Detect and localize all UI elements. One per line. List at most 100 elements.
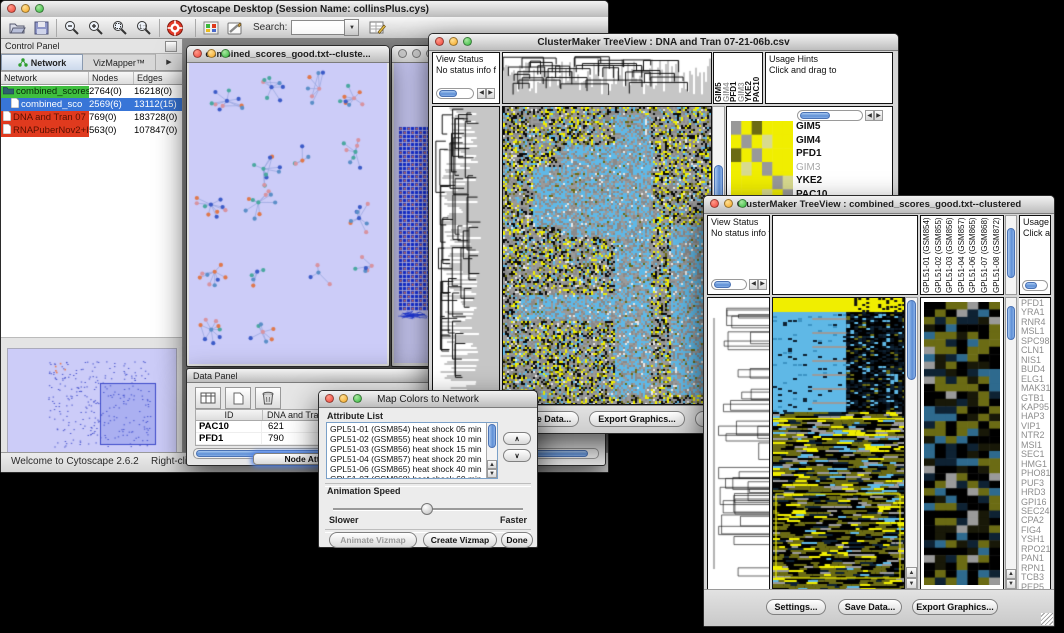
minimize-button[interactable] — [21, 4, 30, 13]
column-tree-panel[interactable] — [772, 215, 918, 295]
column-label[interactable]: GPL51-08 (GSM872) — [992, 217, 1001, 293]
network-row[interactable]: combined_scores 2764(0) 16218(0) — [1, 85, 182, 98]
export-graphics-button[interactable]: Export Graphics... — [912, 599, 998, 615]
open-file-icon[interactable] — [5, 18, 29, 38]
col-header-id[interactable]: ID — [196, 410, 263, 420]
scroll-up-arrow[interactable]: ▲ — [906, 567, 917, 578]
listbox-vscrollbar[interactable]: ▲ ▼ — [486, 423, 497, 478]
close-button[interactable] — [435, 37, 444, 46]
window-controls[interactable] — [7, 4, 44, 13]
vscroll-thumb[interactable] — [1007, 306, 1015, 340]
minimize-button[interactable] — [724, 199, 733, 208]
save-icon[interactable] — [29, 18, 53, 38]
gene-list-vscrollbar[interactable]: ▲ ▼ — [1005, 297, 1017, 590]
move-down-button[interactable]: ∨ — [503, 449, 531, 462]
attribute-item[interactable]: GPL51-03 (GSM856) heat shock 15 min — [330, 444, 497, 454]
search-dropdown-button[interactable]: ▼ — [344, 19, 359, 36]
slider-thumb[interactable] — [421, 503, 433, 515]
scroll-down-arrow[interactable]: ▼ — [487, 469, 497, 478]
attribute-item[interactable]: GPL51-07 (GSM868) heat shock 60 min — [330, 474, 497, 479]
scroll-down-arrow[interactable]: ▼ — [1006, 579, 1016, 589]
column-labels[interactable]: GPL51-01 (GSM854)GPL51-02 (GSM855)GPL51-… — [921, 216, 1003, 294]
create-vizmap-button[interactable]: Create Vizmap — [423, 532, 497, 548]
column-label[interactable]: GPL51-02 (GSM855) — [934, 217, 943, 293]
heatmap-global-view[interactable] — [503, 107, 711, 404]
close-button[interactable] — [710, 199, 719, 208]
minimize-button[interactable] — [449, 37, 458, 46]
animate-vizmap-button[interactable]: Animate Vizmap — [329, 532, 417, 548]
save-data-button[interactable]: Save Data... — [838, 599, 902, 615]
scroll-right-arrow[interactable]: ▶ — [758, 279, 767, 290]
network-view-title-bar[interactable]: combined_scores_good.txt--cluste... — [187, 46, 389, 63]
done-button[interactable]: Done — [501, 532, 533, 548]
zoom-button[interactable] — [463, 37, 472, 46]
help-lifebuoy-icon[interactable] — [163, 18, 187, 38]
zoom-out-icon[interactable] — [60, 18, 84, 38]
gene-label[interactable]: GIM3 — [796, 161, 828, 175]
close-button[interactable] — [193, 49, 202, 58]
treeview-front-title-bar[interactable]: ClusterMaker TreeView : combined_scores_… — [704, 196, 1054, 214]
zoom-button[interactable] — [738, 199, 747, 208]
float-panel-icon[interactable] — [165, 41, 177, 52]
scroll-left-arrow[interactable]: ◀ — [865, 110, 874, 121]
column-label[interactable]: GPL51-03 (GSM856) — [945, 217, 954, 293]
close-button[interactable] — [7, 4, 16, 13]
table-mode-icon[interactable] — [195, 387, 221, 409]
heatmap-zoom-view[interactable] — [924, 302, 1000, 585]
scroll-thumb[interactable] — [1025, 282, 1037, 289]
row-dendrogram[interactable] — [433, 107, 499, 404]
delete-attribute-icon[interactable] — [255, 387, 281, 409]
scroll-right-arrow[interactable]: ▶ — [874, 110, 883, 121]
zoom-selected-icon[interactable] — [108, 18, 132, 38]
settings-button[interactable]: Settings... — [766, 599, 826, 615]
zoom-button[interactable] — [353, 394, 362, 403]
minimize-button[interactable] — [412, 49, 421, 58]
view-status-scrollbar[interactable] — [711, 279, 747, 290]
gene-label[interactable]: GIM4 — [796, 134, 828, 148]
vscroll-thumb[interactable] — [907, 300, 916, 380]
gene-label[interactable]: PFD1 — [796, 147, 828, 161]
zoom-button[interactable] — [221, 49, 230, 58]
close-button[interactable] — [398, 49, 407, 58]
tab-network[interactable]: Network — [1, 54, 83, 70]
column-label[interactable]: GPL51-06 (GSM865) — [968, 217, 977, 293]
network-canvas[interactable] — [189, 63, 387, 364]
dialog-title-bar[interactable]: Map Colors to Network — [319, 391, 537, 408]
attribute-item[interactable]: GPL51-04 (GSM857) heat shock 20 min — [330, 454, 497, 464]
minimize-button[interactable] — [207, 49, 216, 58]
usage-scrollbar[interactable] — [1022, 280, 1048, 291]
resize-grip[interactable] — [1041, 613, 1053, 625]
scroll-down-arrow[interactable]: ▼ — [906, 578, 917, 589]
scroll-thumb[interactable] — [439, 90, 457, 97]
column-dendrogram[interactable] — [503, 53, 711, 103]
attribute-editor-icon[interactable] — [365, 18, 389, 38]
column-label[interactable]: GPL51-07 (GSM868) — [980, 217, 989, 293]
network-row[interactable]: DNA and Tran 07 769(0) 183728(0) — [1, 111, 182, 124]
new-attribute-icon[interactable] — [225, 387, 251, 409]
row-dendrogram[interactable] — [708, 298, 769, 589]
column-labels-vscrollbar[interactable] — [1005, 215, 1017, 295]
scroll-right-arrow[interactable]: ▶ — [486, 88, 495, 99]
move-up-button[interactable]: ∧ — [503, 432, 531, 445]
view-status-scrollbar[interactable] — [436, 88, 474, 99]
tab-overflow-button[interactable]: ▶ — [155, 54, 182, 70]
vscroll-thumb[interactable] — [1007, 228, 1015, 278]
attribute-item[interactable]: GPL51-02 (GSM855) heat shock 10 min — [330, 434, 497, 444]
tab-vizmapper[interactable]: VizMapper™ — [83, 54, 155, 70]
column-label[interactable]: PAC10 — [752, 77, 761, 102]
attribute-item[interactable]: GPL51-06 (GSM865) heat shock 40 min — [330, 464, 497, 474]
annotation-icon[interactable] — [199, 18, 223, 38]
scroll-left-arrow[interactable]: ◀ — [477, 88, 486, 99]
zoom-in-icon[interactable] — [84, 18, 108, 38]
scroll-thumb[interactable] — [714, 281, 731, 288]
heatmap-global-view[interactable] — [773, 298, 904, 589]
gene-label[interactable]: GIM5 — [796, 120, 828, 134]
attribute-item[interactable]: GPL51-01 (GSM854) heat shock 05 min — [330, 424, 497, 434]
gene-label[interactable]: YKE2 — [796, 174, 828, 188]
close-button[interactable] — [325, 394, 334, 403]
vscroll-thumb[interactable] — [488, 424, 496, 448]
scroll-up-arrow[interactable]: ▲ — [1006, 569, 1016, 579]
attribute-listbox[interactable]: GPL51-01 (GSM854) heat shock 05 minGPL51… — [326, 422, 498, 479]
treeview-back-title-bar[interactable]: ClusterMaker TreeView : DNA and Tran 07-… — [429, 34, 898, 51]
main-title-bar[interactable]: Cytoscape Desktop (Session Name: collins… — [1, 1, 608, 18]
